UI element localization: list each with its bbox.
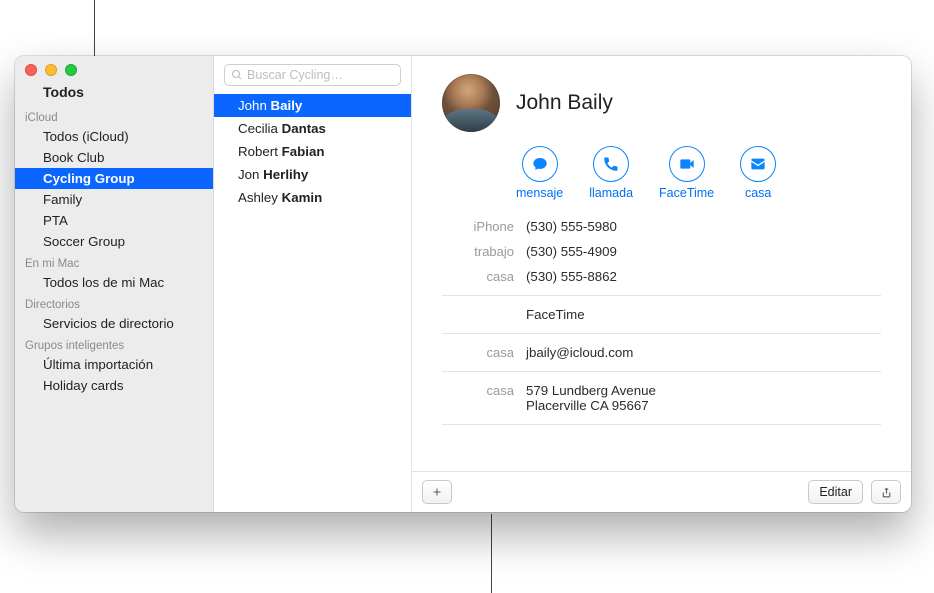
sidebar-item[interactable]: Todos (iCloud) <box>15 126 213 147</box>
contact-first-name: Robert <box>238 144 282 159</box>
avatar[interactable] <box>442 74 500 132</box>
contact-list-column: Buscar Cycling… John BailyCecilia Dantas… <box>214 56 412 512</box>
phone-value: (530) 555-5980 <box>526 219 881 234</box>
annotation-line-bottom <box>491 514 492 593</box>
contact-detail-pane: John Baily mensaje llamada FaceTime <box>412 56 911 512</box>
contacts-list: John BailyCecilia DantasRobert FabianJon… <box>214 94 411 512</box>
email-action-label: casa <box>745 186 771 200</box>
sidebar-section-title: iCloud <box>15 106 213 126</box>
contact-last-name: Baily <box>271 98 303 113</box>
facetime-row[interactable]: FaceTime <box>442 302 881 327</box>
sidebar-item[interactable]: Última importación <box>15 354 213 375</box>
message-label: mensaje <box>516 186 563 200</box>
contact-first-name: Jon <box>238 167 263 182</box>
contact-last-name: Dantas <box>282 121 326 136</box>
contact-row[interactable]: Robert Fabian <box>214 140 411 163</box>
sidebar-item[interactable]: Holiday cards <box>15 375 213 396</box>
edit-button[interactable]: Editar <box>808 480 863 504</box>
sidebar-item[interactable]: Cycling Group <box>15 168 213 189</box>
sidebar-section-title: Directorios <box>15 293 213 313</box>
phone-row[interactable]: trabajo (530) 555-4909 <box>442 239 881 264</box>
search-placeholder: Buscar Cycling… <box>247 68 343 82</box>
sidebar-item[interactable]: Servicios de directorio <box>15 313 213 334</box>
phone-row[interactable]: iPhone (530) 555-5980 <box>442 214 881 239</box>
phone-row[interactable]: casa (530) 555-8862 <box>442 264 881 289</box>
plus-icon <box>431 486 443 498</box>
mail-icon <box>750 156 766 172</box>
sidebar-item[interactable]: Soccer Group <box>15 231 213 252</box>
contact-first-name: Cecilia <box>238 121 282 136</box>
contact-row[interactable]: Ashley Kamin <box>214 186 411 209</box>
contact-last-name: Herlihy <box>263 167 308 182</box>
address-value: 579 Lundberg Avenue Placerville CA 95667 <box>526 383 881 413</box>
contact-row[interactable]: John Baily <box>214 94 411 117</box>
annotation-line-top <box>94 0 95 56</box>
address-row[interactable]: casa 579 Lundberg Avenue Placerville CA … <box>442 378 881 418</box>
facetime-button[interactable]: FaceTime <box>659 146 714 200</box>
sidebar-section-title: En mi Mac <box>15 252 213 272</box>
sidebar-item[interactable]: PTA <box>15 210 213 231</box>
facetime-label: FaceTime <box>659 186 714 200</box>
minimize-window-button[interactable] <box>45 64 57 76</box>
sidebar: Todos iCloudTodos (iCloud)Book ClubCycli… <box>15 56 214 512</box>
sidebar-section-title: Grupos inteligentes <box>15 334 213 354</box>
contact-first-name: Ashley <box>238 190 282 205</box>
add-button[interactable] <box>422 480 452 504</box>
search-icon <box>231 69 243 81</box>
contact-name: John Baily <box>516 91 613 115</box>
close-window-button[interactable] <box>25 64 37 76</box>
sidebar-item[interactable]: Todos los de mi Mac <box>15 272 213 293</box>
message-icon <box>532 156 548 172</box>
address-line1: 579 Lundberg Avenue <box>526 383 881 398</box>
contact-actions: mensaje llamada FaceTime casa <box>442 146 881 200</box>
phone-icon <box>603 156 619 172</box>
sidebar-item[interactable]: Book Club <box>15 147 213 168</box>
address-label: casa <box>442 383 514 398</box>
share-button[interactable] <box>871 480 901 504</box>
sidebar-all-contacts[interactable]: Todos <box>15 82 213 106</box>
email-row[interactable]: casa jbaily@icloud.com <box>442 340 881 365</box>
email-label: casa <box>442 345 514 360</box>
address-line2: Placerville CA 95667 <box>526 398 881 413</box>
separator <box>442 295 881 296</box>
detail-toolbar: Editar <box>412 471 911 512</box>
separator <box>442 333 881 334</box>
sidebar-item[interactable]: Family <box>15 189 213 210</box>
phone-value: (530) 555-4909 <box>526 244 881 259</box>
separator <box>442 424 881 425</box>
share-icon <box>880 486 893 499</box>
contact-row[interactable]: Jon Herlihy <box>214 163 411 186</box>
zoom-window-button[interactable] <box>65 64 77 76</box>
window-traffic-lights <box>15 56 213 82</box>
separator <box>442 371 881 372</box>
contacts-window: Todos iCloudTodos (iCloud)Book ClubCycli… <box>15 56 911 512</box>
email-button[interactable]: casa <box>740 146 776 200</box>
contact-row[interactable]: Cecilia Dantas <box>214 117 411 140</box>
call-label: llamada <box>589 186 633 200</box>
call-button[interactable]: llamada <box>589 146 633 200</box>
phone-label: trabajo <box>442 244 514 259</box>
contact-first-name: John <box>238 98 271 113</box>
contact-last-name: Kamin <box>282 190 323 205</box>
phone-value: (530) 555-8862 <box>526 269 881 284</box>
phone-label: iPhone <box>442 219 514 234</box>
search-input[interactable]: Buscar Cycling… <box>224 64 401 86</box>
facetime-row-value: FaceTime <box>526 307 881 322</box>
email-value: jbaily@icloud.com <box>526 345 881 360</box>
contact-last-name: Fabian <box>282 144 325 159</box>
phone-label: casa <box>442 269 514 284</box>
video-icon <box>679 156 695 172</box>
message-button[interactable]: mensaje <box>516 146 563 200</box>
